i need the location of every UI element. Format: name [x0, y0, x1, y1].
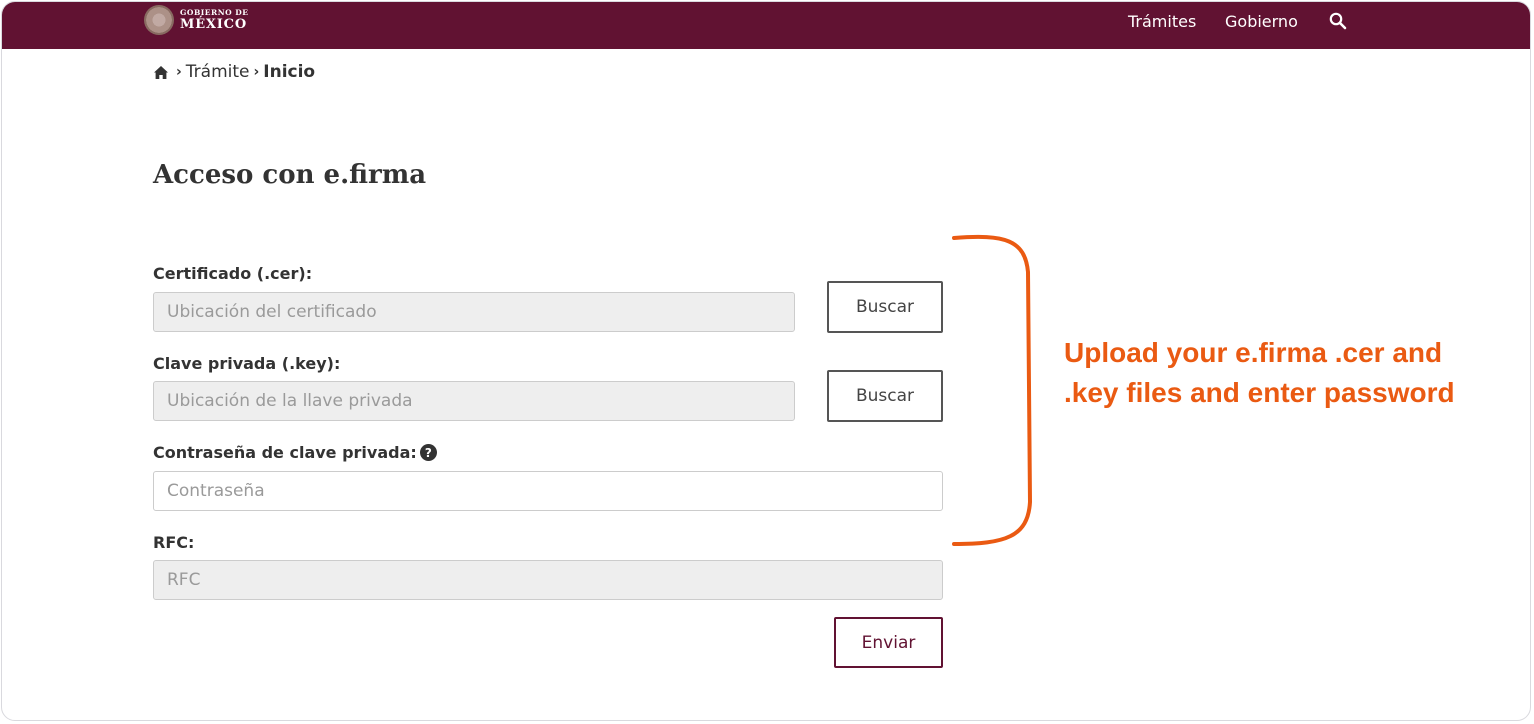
- nav-tramites[interactable]: Trámites: [1128, 12, 1196, 31]
- logo-bottom-text: MÉXICO: [180, 16, 247, 32]
- top-navbar: GOBIERNO DE MÉXICO Trámites Gobierno: [2, 2, 1530, 49]
- rfc-label: RFC:: [153, 533, 195, 552]
- password-label-row: Contraseña de clave privada: ?: [153, 443, 437, 462]
- submit-button[interactable]: Enviar: [834, 617, 943, 668]
- private-key-input[interactable]: [153, 381, 795, 421]
- gobierno-logo[interactable]: GOBIERNO DE MÉXICO: [144, 3, 248, 37]
- breadcrumb-separator: ›: [176, 64, 182, 80]
- private-key-browse-button[interactable]: Buscar: [827, 370, 943, 422]
- certificate-label: Certificado (.cer):: [153, 264, 313, 283]
- breadcrumb-inicio: Inicio: [263, 62, 316, 82]
- breadcrumb-separator: ›: [253, 64, 260, 80]
- browser-frame: GOBIERNO DE MÉXICO Trámites Gobierno › T…: [1, 1, 1531, 721]
- coat-of-arms-icon: [144, 5, 174, 35]
- search-icon[interactable]: [1328, 11, 1348, 31]
- private-key-label: Clave privada (.key):: [153, 354, 341, 373]
- breadcrumb: › Trámite › Inicio: [153, 62, 315, 82]
- annotation-bracket: [952, 234, 1033, 546]
- logo-top-text: GOBIERNO DE: [180, 8, 249, 18]
- nav-gobierno[interactable]: Gobierno: [1225, 12, 1298, 31]
- page-title: Acceso con e.firma: [153, 160, 427, 190]
- rfc-input[interactable]: [153, 560, 943, 600]
- annotation-text: Upload your e.firma .cer and .key files …: [1064, 337, 1455, 408]
- password-label: Contraseña de clave privada:: [153, 443, 417, 462]
- logo-text: GOBIERNO DE MÉXICO: [180, 9, 248, 31]
- home-icon[interactable]: [153, 65, 169, 80]
- certificate-input[interactable]: [153, 292, 795, 332]
- certificate-browse-button[interactable]: Buscar: [827, 281, 943, 333]
- password-input[interactable]: [153, 471, 943, 511]
- breadcrumb-tramite[interactable]: Trámite: [186, 62, 250, 82]
- question-circle-icon[interactable]: ?: [419, 444, 437, 461]
